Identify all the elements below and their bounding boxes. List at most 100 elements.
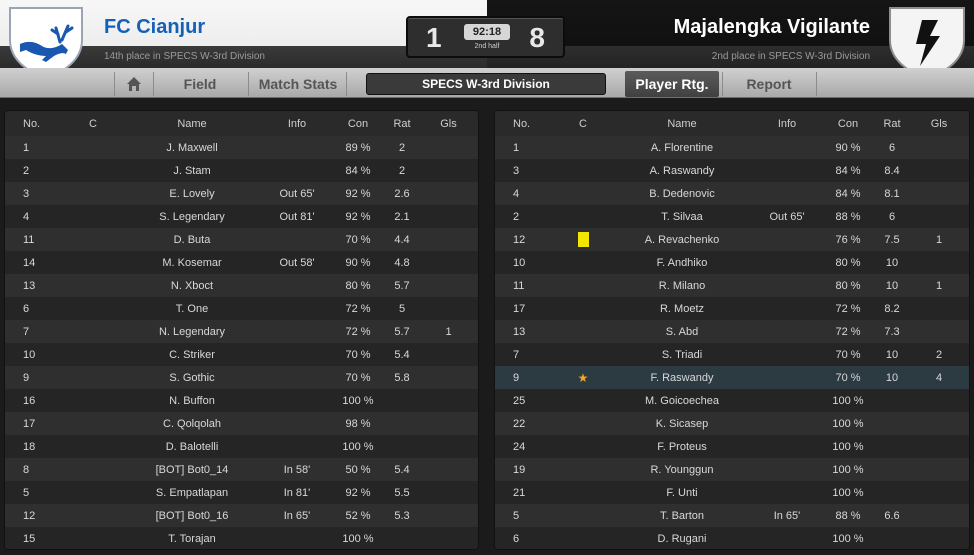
player-no: 14 xyxy=(5,251,67,274)
player-row[interactable]: 5 T. Barton In 65' 88 % 6.6 xyxy=(495,504,969,527)
player-rat xyxy=(877,389,907,412)
column-header: C xyxy=(67,111,119,136)
player-con: 90 % xyxy=(329,251,387,274)
player-gls xyxy=(907,159,969,182)
player-name: D. Buta xyxy=(119,228,265,251)
player-row[interactable]: 11 R. Milano 80 % 10 1 xyxy=(495,274,969,297)
player-name: R. Moetz xyxy=(609,297,755,320)
player-rat: 5.8 xyxy=(387,366,417,389)
player-gls: 1 xyxy=(907,228,969,251)
player-no: 7 xyxy=(495,343,557,366)
player-row[interactable]: 13 N. Xboct 80 % 5.7 xyxy=(5,274,478,297)
player-info xyxy=(265,136,329,159)
player-row[interactable]: 15 T. Torajan 100 % xyxy=(5,527,478,549)
player-con: 92 % xyxy=(329,205,387,228)
player-card-cell xyxy=(557,504,609,527)
player-row[interactable]: 9 ★ F. Raswandy 70 % 10 4 xyxy=(495,366,969,389)
player-gls xyxy=(417,458,478,481)
player-info: In 58' xyxy=(265,458,329,481)
player-row[interactable]: 6 D. Rugani 100 % xyxy=(495,527,969,549)
player-row[interactable]: 4 S. Legendary Out 81' 92 % 2.1 xyxy=(5,205,478,228)
player-row[interactable]: 7 N. Legendary 72 % 5.7 1 xyxy=(5,320,478,343)
player-no: 19 xyxy=(495,458,557,481)
player-gls xyxy=(907,320,969,343)
player-rat: 5.7 xyxy=(387,320,417,343)
player-row[interactable]: 10 C. Striker 70 % 5.4 xyxy=(5,343,478,366)
player-row[interactable]: 21 F. Unti 100 % xyxy=(495,481,969,504)
player-name: S. Empatlapan xyxy=(119,481,265,504)
player-row[interactable]: 1 J. Maxwell 89 % 2 xyxy=(5,136,478,159)
player-no: 6 xyxy=(495,527,557,549)
player-row[interactable]: 8 [BOT] Bot0_14 In 58' 50 % 5.4 xyxy=(5,458,478,481)
player-card-cell xyxy=(557,320,609,343)
division-selector[interactable]: SPECS W-3rd Division xyxy=(366,73,606,95)
player-rat: 2 xyxy=(387,159,417,182)
player-no: 21 xyxy=(495,481,557,504)
player-card-cell xyxy=(67,504,119,527)
player-name: F. Proteus xyxy=(609,435,755,458)
player-row[interactable]: 6 T. One 72 % 5 xyxy=(5,297,478,320)
player-row[interactable]: 17 C. Qolqolah 98 % xyxy=(5,412,478,435)
player-row[interactable]: 7 S. Triadi 70 % 10 2 xyxy=(495,343,969,366)
player-card-cell xyxy=(67,251,119,274)
player-name: T. One xyxy=(119,297,265,320)
player-row[interactable]: 1 A. Florentine 90 % 6 xyxy=(495,136,969,159)
player-row[interactable]: 3 E. Lovely Out 65' 92 % 2.6 xyxy=(5,182,478,205)
player-row[interactable]: 2 T. Silvaa Out 65' 88 % 6 xyxy=(495,205,969,228)
player-row[interactable]: 18 D. Balotelli 100 % xyxy=(5,435,478,458)
player-gls xyxy=(907,297,969,320)
player-name: A. Revachenko xyxy=(609,228,755,251)
column-header: Info xyxy=(265,111,329,136)
player-row[interactable]: 12 A. Revachenko 76 % 7.5 1 xyxy=(495,228,969,251)
player-row[interactable]: 11 D. Buta 70 % 4.4 xyxy=(5,228,478,251)
player-info xyxy=(265,320,329,343)
column-header: No. xyxy=(495,111,557,136)
player-row[interactable]: 16 N. Buffon 100 % xyxy=(5,389,478,412)
player-name: T. Silvaa xyxy=(609,205,755,228)
player-rat xyxy=(877,412,907,435)
player-row[interactable]: 14 M. Kosemar Out 58' 90 % 4.8 xyxy=(5,251,478,274)
tab-field[interactable]: Field xyxy=(160,71,240,97)
player-row[interactable]: 3 A. Raswandy 84 % 8.4 xyxy=(495,159,969,182)
player-info xyxy=(755,366,819,389)
tab-match-stats[interactable]: Match Stats xyxy=(252,71,344,97)
player-row[interactable]: 24 F. Proteus 100 % xyxy=(495,435,969,458)
table-header-row: No. C Name Info Con Rat Gls xyxy=(495,111,969,136)
player-con: 88 % xyxy=(819,205,877,228)
nav-home-button[interactable] xyxy=(116,71,152,97)
player-rat xyxy=(387,389,417,412)
player-info xyxy=(755,435,819,458)
match-period: 2nd half xyxy=(474,43,500,50)
column-header: No. xyxy=(5,111,67,136)
player-row[interactable]: 10 F. Andhiko 80 % 10 xyxy=(495,251,969,274)
player-row[interactable]: 22 K. Sicasep 100 % xyxy=(495,412,969,435)
player-rat: 10 xyxy=(877,274,907,297)
player-no: 12 xyxy=(495,228,557,251)
player-con: 72 % xyxy=(329,320,387,343)
player-row[interactable]: 25 M. Goicoechea 100 % xyxy=(495,389,969,412)
player-con: 80 % xyxy=(819,274,877,297)
player-row[interactable]: 2 J. Stam 84 % 2 xyxy=(5,159,478,182)
player-no: 5 xyxy=(5,481,67,504)
player-con: 52 % xyxy=(329,504,387,527)
player-info xyxy=(755,159,819,182)
player-gls xyxy=(417,182,478,205)
player-info xyxy=(265,159,329,182)
player-row[interactable]: 17 R. Moetz 72 % 8.2 xyxy=(495,297,969,320)
column-header: Con xyxy=(819,111,877,136)
player-rat: 8.4 xyxy=(877,159,907,182)
tab-report[interactable]: Report xyxy=(728,71,810,97)
player-rat: 5.4 xyxy=(387,343,417,366)
player-gls xyxy=(417,159,478,182)
away-score: 8 xyxy=(529,22,545,53)
player-row[interactable]: 19 R. Younggun 100 % xyxy=(495,458,969,481)
player-row[interactable]: 9 S. Gothic 70 % 5.8 xyxy=(5,366,478,389)
player-no: 18 xyxy=(5,435,67,458)
player-row[interactable]: 4 B. Dedenovic 84 % 8.1 xyxy=(495,182,969,205)
player-rat: 4.4 xyxy=(387,228,417,251)
player-info: Out 65' xyxy=(265,182,329,205)
tab-player-rating[interactable]: Player Rtg. xyxy=(625,71,719,97)
player-row[interactable]: 13 S. Abd 72 % 7.3 xyxy=(495,320,969,343)
player-row[interactable]: 12 [BOT] Bot0_16 In 65' 52 % 5.3 xyxy=(5,504,478,527)
player-row[interactable]: 5 S. Empatlapan In 81' 92 % 5.5 xyxy=(5,481,478,504)
